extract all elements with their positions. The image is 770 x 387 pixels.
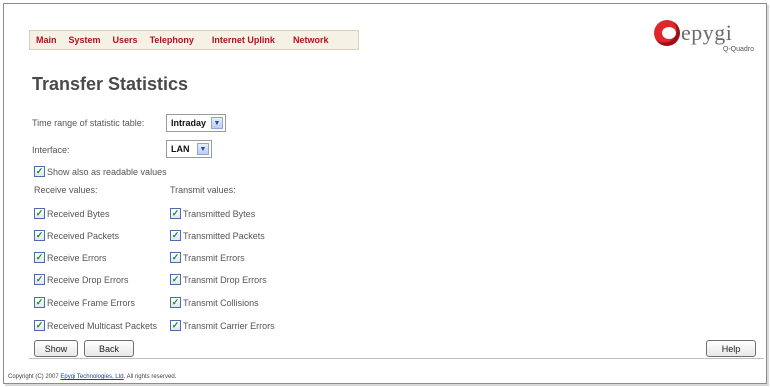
received-bytes-label: Received Bytes: [47, 208, 110, 219]
help-button[interactable]: Help: [706, 340, 756, 357]
transmit-values-header: Transmit values:: [170, 185, 236, 195]
receive-errors-checkbox[interactable]: ✓ Receive Errors: [34, 252, 107, 263]
transmitted-bytes-checkbox[interactable]: ✓ Transmitted Bytes: [170, 208, 255, 219]
receive-frame-errors-checkbox[interactable]: ✓ Receive Frame Errors: [34, 297, 135, 308]
checkbox-checked-icon[interactable]: ✓: [34, 274, 45, 285]
nav-system[interactable]: System: [69, 35, 101, 45]
transmit-errors-label: Transmit Errors: [183, 252, 245, 263]
transmitted-packets-label: Transmitted Packets: [183, 230, 265, 241]
epygi-logo: epygi Q-Quadro: [654, 16, 754, 56]
footer-divider: [29, 358, 764, 359]
receive-drop-errors-checkbox[interactable]: ✓ Receive Drop Errors: [34, 274, 129, 285]
checkbox-checked-icon[interactable]: ✓: [34, 208, 45, 219]
logo-product-name: Q-Quadro: [722, 46, 754, 53]
received-multicast-packets-label: Received Multicast Packets: [47, 320, 158, 331]
copyright-suffix: . All rights reserved.: [123, 374, 177, 380]
nav-telephony[interactable]: Telephony: [150, 35, 194, 45]
transmit-drop-errors-checkbox[interactable]: ✓ Transmit Drop Errors: [170, 274, 267, 285]
time-range-value: Intraday: [171, 118, 207, 128]
top-navigation: Main System Users Telephony Internet Upl…: [29, 30, 359, 50]
nav-network[interactable]: Network: [293, 35, 329, 45]
nav-main[interactable]: Main: [36, 35, 57, 45]
checkbox-checked-icon[interactable]: ✓: [34, 320, 45, 331]
copyright-footer: Copyright (C) 2007 Epygi Technologies, L…: [8, 374, 176, 380]
transmitted-bytes-label: Transmitted Bytes: [183, 208, 256, 219]
checkbox-checked-icon[interactable]: ✓: [170, 297, 181, 308]
nav-users[interactable]: Users: [113, 35, 138, 45]
checkbox-checked-icon[interactable]: ✓: [170, 274, 181, 285]
checkbox-checked-icon[interactable]: ✓: [34, 252, 45, 263]
checkbox-checked-icon[interactable]: ✓: [170, 252, 181, 263]
receive-frame-errors-label: Receive Frame Errors: [47, 297, 136, 308]
checkbox-checked-icon[interactable]: ✓: [34, 297, 45, 308]
time-range-select[interactable]: Intraday ▼: [166, 114, 226, 132]
receive-values-header: Receive values:: [34, 185, 98, 195]
show-readable-checkbox[interactable]: ✓ Show also as readable values: [34, 166, 167, 177]
show-readable-label: Show also as readable values: [47, 166, 167, 177]
transmit-carrier-errors-label: Transmit Carrier Errors: [183, 320, 275, 331]
transmit-errors-checkbox[interactable]: ✓ Transmit Errors: [170, 252, 245, 263]
company-link[interactable]: Epygi Technologies, Ltd: [60, 374, 123, 380]
checkbox-checked-icon[interactable]: ✓: [170, 320, 181, 331]
receive-errors-label: Receive Errors: [47, 252, 107, 263]
show-button[interactable]: Show: [34, 340, 78, 357]
back-button[interactable]: Back: [84, 340, 134, 357]
transmitted-packets-checkbox[interactable]: ✓ Transmitted Packets: [170, 230, 265, 241]
nav-internet-uplink[interactable]: Internet Uplink: [212, 35, 275, 45]
checkbox-checked-icon[interactable]: ✓: [170, 230, 181, 241]
logo-text: epygi: [681, 20, 733, 45]
chevron-down-icon: ▼: [211, 117, 223, 129]
received-bytes-checkbox[interactable]: ✓ Received Bytes: [34, 208, 110, 219]
logo-mark-icon: [654, 20, 680, 46]
interface-value: LAN: [171, 144, 190, 154]
received-packets-label: Received Packets: [47, 230, 120, 241]
transmit-carrier-errors-checkbox[interactable]: ✓ Transmit Carrier Errors: [170, 320, 275, 331]
app-frame: Main System Users Telephony Internet Upl…: [3, 3, 767, 384]
interface-select[interactable]: LAN ▼: [166, 140, 212, 158]
transmit-collisions-label: Transmit Collisions: [183, 297, 259, 308]
received-packets-checkbox[interactable]: ✓ Received Packets: [34, 230, 119, 241]
checkbox-checked-icon[interactable]: ✓: [170, 208, 181, 219]
checkbox-checked-icon[interactable]: ✓: [34, 166, 45, 177]
checkbox-checked-icon[interactable]: ✓: [34, 230, 45, 241]
chevron-down-icon: ▼: [197, 143, 209, 155]
transmit-drop-errors-label: Transmit Drop Errors: [183, 274, 267, 285]
page-title: Transfer Statistics: [32, 74, 189, 94]
transmit-collisions-checkbox[interactable]: ✓ Transmit Collisions: [170, 297, 259, 308]
received-multicast-packets-checkbox[interactable]: ✓ Received Multicast Packets: [34, 320, 157, 331]
receive-drop-errors-label: Receive Drop Errors: [47, 274, 129, 285]
interface-label: Interface:: [32, 145, 70, 155]
time-range-label: Time range of statistic table:: [32, 118, 145, 128]
copyright-prefix: Copyright (C) 2007: [8, 374, 61, 380]
